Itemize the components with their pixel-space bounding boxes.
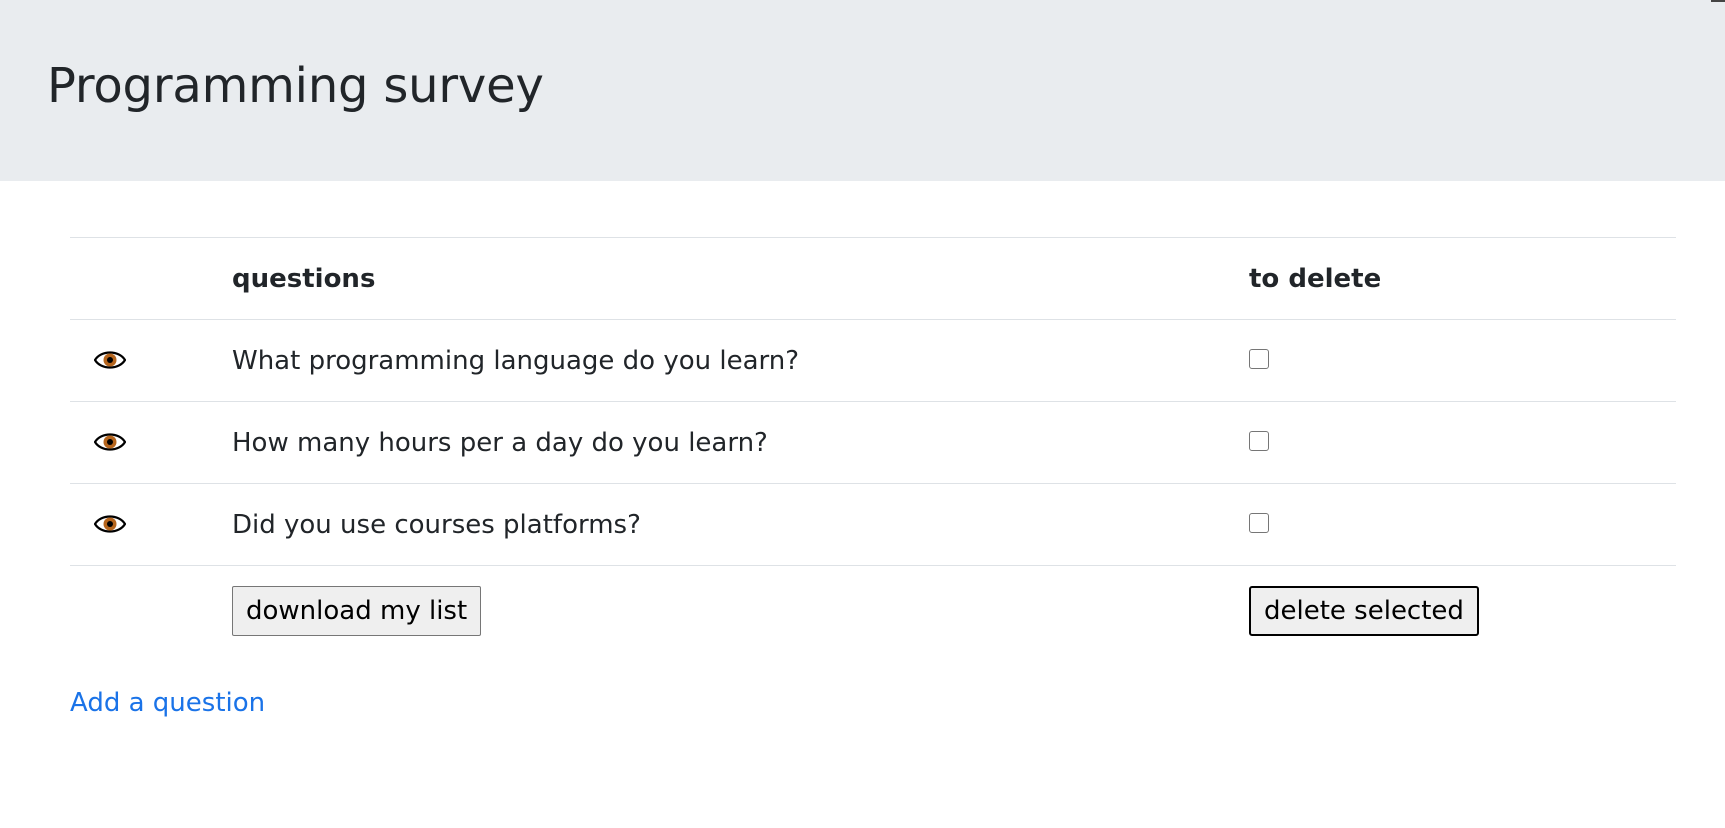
window-corner-mark [1711,0,1725,2]
table-row: What programming language do you learn? [70,319,1676,401]
table-header-row: questions to delete [70,237,1676,319]
table-actions-row: download my list delete selected [70,565,1676,639]
page-header: Programming survey [0,0,1725,181]
table-row: Did you use courses platforms? [70,483,1676,565]
delete-selected-button[interactable]: delete selected [1249,586,1479,636]
table-row: How many hours per a day do you learn? [70,401,1676,483]
download-list-button[interactable]: download my list [232,586,482,636]
column-header-to-delete: to delete [1249,264,1382,294]
eye-icon[interactable] [93,511,127,537]
column-header-questions: questions [232,264,376,294]
delete-checkbox[interactable] [1249,431,1269,451]
eye-icon[interactable] [93,429,127,455]
question-text: How many hours per a day do you learn? [232,428,768,458]
add-question-link[interactable]: Add a question [70,688,265,718]
questions-table: questions to delete What programming lan… [70,237,1676,639]
delete-checkbox[interactable] [1249,513,1269,533]
question-text: What programming language do you learn? [232,346,800,376]
page-title: Programming survey [47,58,544,114]
question-text: Did you use courses platforms? [232,510,641,540]
eye-icon[interactable] [93,347,127,373]
delete-checkbox[interactable] [1249,349,1269,369]
